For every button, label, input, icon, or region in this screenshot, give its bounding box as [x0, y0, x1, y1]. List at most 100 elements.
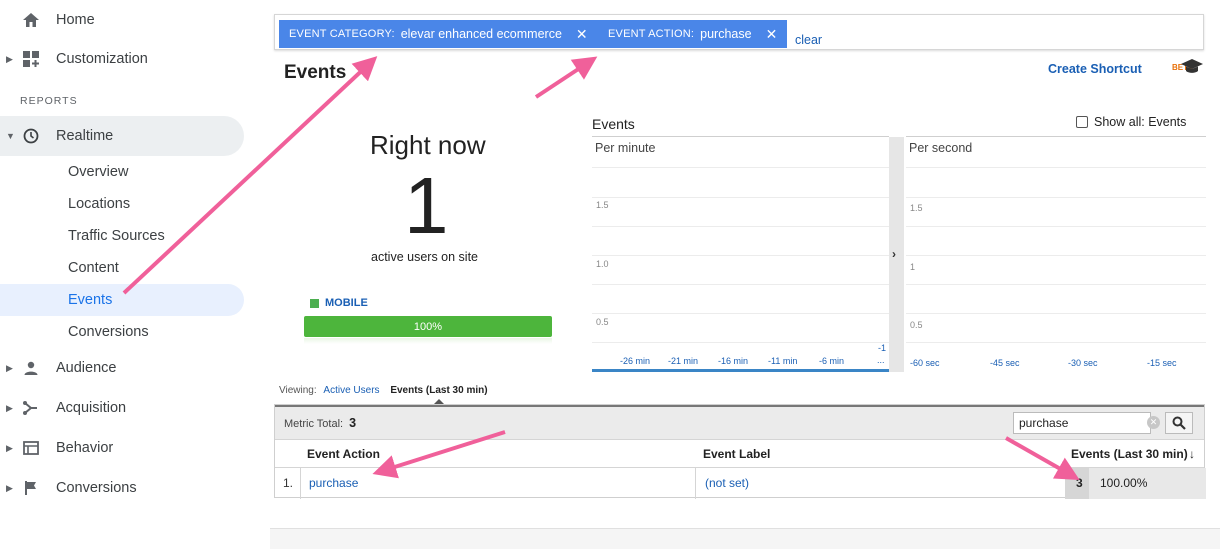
create-shortcut-link[interactable]: Create Shortcut	[1048, 62, 1142, 76]
nav-acquisition[interactable]: ▶ Acquisition	[0, 388, 244, 428]
dashboard-grid-icon	[22, 50, 40, 68]
chart-scroll-divider[interactable]: ›	[889, 137, 904, 372]
flag-icon	[22, 479, 40, 497]
events-count: 3	[1076, 476, 1083, 490]
event-action-link[interactable]: purchase	[309, 476, 358, 490]
viewing-option-active-users[interactable]: Active Users	[323, 385, 379, 396]
expand-caret-icon[interactable]: ▶	[6, 54, 13, 65]
x-tick-label: -26 min	[620, 356, 651, 366]
sidebar-item-label: Locations	[68, 196, 131, 212]
nav-realtime-label: Realtime	[56, 128, 114, 144]
metric-total-label: Metric Total:	[284, 418, 344, 430]
nav-realtime[interactable]: ▼ Realtime	[0, 116, 244, 156]
sidebar-item-label: Overview	[68, 164, 129, 180]
filter-bar: EVENT CATEGORY: elevar enhanced ecommerc…	[274, 14, 1204, 50]
filter-chip-event-action[interactable]: EVENT ACTION: purchase ✕	[598, 20, 788, 48]
metric-total: Metric Total: 3	[284, 416, 356, 430]
show-all-toggle[interactable]: Show all: Events	[1076, 115, 1186, 129]
x-tick-label: -1	[878, 343, 887, 353]
sidebar-item-content[interactable]: Content	[0, 252, 244, 284]
acquisition-branch-icon	[22, 399, 40, 417]
behavior-window-icon	[22, 439, 40, 457]
filter-chip-key: EVENT ACTION:	[608, 28, 695, 40]
y-tick-label: 1.0	[596, 259, 609, 269]
column-header-events[interactable]: Events (Last 30 min)	[1071, 447, 1188, 461]
active-users-caption: active users on site	[371, 250, 478, 264]
x-tick-label: -21 min	[668, 356, 699, 366]
chevron-right-icon[interactable]: ›	[892, 247, 896, 261]
sidebar-item-traffic-sources[interactable]: Traffic Sources	[0, 220, 244, 252]
footer-divider	[270, 528, 1220, 549]
table-header-row: Event Action Event Label Events (Last 30…	[275, 439, 1204, 467]
table-search-input[interactable]	[1013, 412, 1151, 434]
right-now-label: Right now	[370, 130, 486, 160]
nav-conversions[interactable]: ▶ Conversions	[0, 468, 244, 508]
nav-customization[interactable]: ▶ Customization	[0, 39, 244, 79]
show-all-label: Show all: Events	[1094, 115, 1187, 129]
show-all-checkbox[interactable]	[1076, 116, 1088, 128]
filter-chip-event-category[interactable]: EVENT CATEGORY: elevar enhanced ecommerc…	[279, 20, 598, 48]
x-axis-line	[592, 369, 889, 372]
viewing-option-events[interactable]: Events (Last 30 min)	[390, 385, 487, 396]
clock-icon	[22, 127, 40, 145]
sidebar: Home ▶ Customization REPORTS ▼ Realtime …	[0, 0, 256, 549]
expand-caret-icon[interactable]: ▶	[6, 363, 13, 374]
x-tick-label: -11 min	[768, 356, 798, 366]
expand-caret-icon[interactable]: ▶	[6, 443, 13, 454]
home-icon	[22, 11, 40, 29]
sidebar-item-overview[interactable]: Overview	[0, 156, 244, 188]
expand-caret-icon[interactable]: ▶	[6, 483, 13, 494]
reports-heading: REPORTS	[20, 95, 78, 107]
x-tick-label: -30 sec	[1068, 358, 1098, 368]
active-users-count: 1	[404, 161, 449, 250]
y-tick-label: 1	[910, 262, 916, 272]
per-second-title: Per second	[909, 141, 973, 155]
x-tick-label: -60 sec	[910, 358, 940, 368]
y-tick-label: 1.5	[910, 203, 923, 213]
device-legend-label: MOBILE	[325, 297, 368, 309]
sidebar-item-label: Events	[68, 292, 113, 308]
metric-total-row: Metric Total: 3 ✕	[275, 405, 1204, 439]
table-row: 1. purchase (not set) 3 100.00%	[275, 467, 1206, 499]
column-header-event-label[interactable]: Event Label	[703, 447, 770, 461]
search-button[interactable]	[1165, 412, 1193, 434]
clear-search-icon[interactable]: ✕	[1147, 416, 1160, 429]
event-label-link[interactable]: (not set)	[705, 476, 749, 490]
close-icon[interactable]: ✕	[766, 26, 778, 43]
x-tick-label: -6 min	[819, 356, 845, 366]
column-header-event-action[interactable]: Event Action	[307, 447, 380, 461]
main-content: EVENT CATEGORY: elevar enhanced ecommerc…	[270, 0, 1220, 549]
per-second-chart: Per second 1.5 1 0.5 -60 sec -45 sec -30…	[906, 136, 1206, 372]
nav-customization-label: Customization	[56, 51, 148, 67]
per-minute-chart: Per minute 1.5 1.0 0.5 -26 min -21 min -…	[592, 136, 889, 372]
filter-chip-value: elevar enhanced ecommerce	[400, 27, 562, 41]
events-chart-title: Events	[592, 116, 635, 132]
y-tick-label: 0.5	[910, 320, 923, 330]
device-percent-bar: 100%	[304, 316, 552, 337]
viewing-switcher: Viewing: Active Users Events (Last 30 mi…	[279, 385, 488, 396]
sort-arrow-icon[interactable]: ↓	[1189, 447, 1195, 461]
events-percent: 100.00%	[1100, 476, 1148, 490]
close-icon[interactable]: ✕	[576, 26, 588, 43]
sidebar-item-locations[interactable]: Locations	[0, 188, 244, 220]
filter-chip-key: EVENT CATEGORY:	[289, 28, 395, 40]
sidebar-item-events[interactable]: Events	[0, 284, 244, 316]
nav-conversions-label: Conversions	[56, 480, 137, 496]
viewing-prefix: Viewing:	[279, 385, 317, 396]
nav-audience[interactable]: ▶ Audience	[0, 348, 244, 388]
nav-acquisition-label: Acquisition	[56, 400, 127, 416]
clear-filters-link[interactable]: clear	[795, 33, 822, 47]
expand-caret-icon[interactable]: ▶	[6, 403, 13, 414]
sidebar-item-label: Content	[68, 260, 119, 276]
device-bar-shadow	[304, 338, 552, 344]
page-title: Events	[284, 62, 347, 83]
nav-behavior-label: Behavior	[56, 440, 114, 456]
graduation-cap-icon[interactable]	[1180, 58, 1204, 76]
nav-behavior[interactable]: ▶ Behavior	[0, 428, 244, 468]
collapse-caret-icon[interactable]: ▼	[6, 131, 15, 141]
x-tick-label: -45 sec	[990, 358, 1020, 368]
sidebar-item-conversions[interactable]: Conversions	[0, 316, 244, 348]
nav-home-label: Home	[56, 12, 95, 28]
nav-home[interactable]: Home	[0, 0, 244, 40]
y-tick-label: 0.5	[596, 317, 609, 327]
